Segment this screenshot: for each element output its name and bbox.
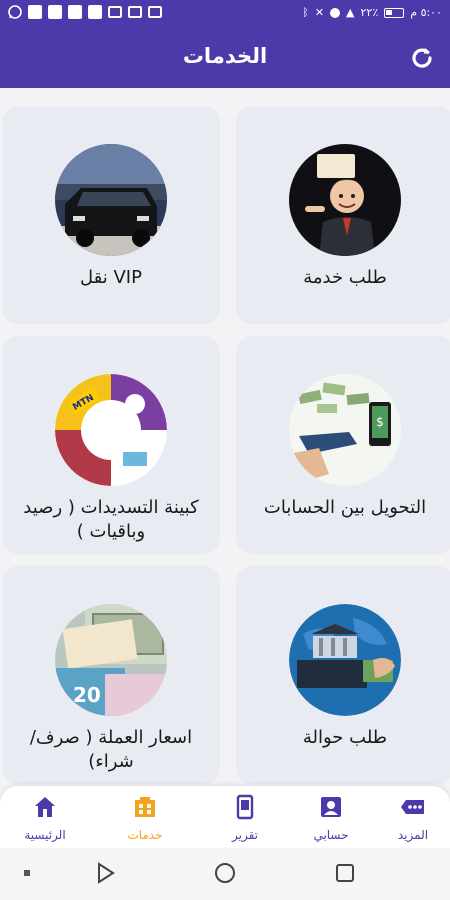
more-icon [401, 800, 424, 814]
battery-icon [384, 7, 405, 18]
notification-icons [8, 5, 162, 19]
bluetooth-icon: ᛒ [302, 6, 309, 19]
nav-item-services[interactable]: خدمات [100, 794, 190, 842]
nav-item-account[interactable]: حسابي [286, 794, 376, 842]
currency-notes-image: 20 [55, 604, 167, 716]
menu-dot-icon[interactable] [24, 870, 30, 876]
nav-label: خدمات [127, 828, 163, 842]
service-card-payments[interactable]: MTN كبينة التسديدات ( رصيد وباقيات ) [2, 336, 220, 554]
back-icon[interactable] [96, 862, 116, 884]
money-transfer-image: $ [289, 374, 401, 486]
battery-percent: ٢٢٪ [360, 6, 379, 19]
whatsapp-icon [8, 5, 22, 19]
home-circle-icon[interactable] [214, 862, 236, 884]
clock: ٥:٠٠ م [410, 6, 442, 19]
service-card-vip[interactable]: VIP نقل [2, 106, 220, 324]
service-card-request[interactable]: طلب خدمة [236, 106, 450, 324]
service-label: VIP نقل [80, 267, 142, 288]
laptop-icon [148, 6, 162, 18]
account-icon [321, 797, 341, 817]
app-bar: الخدمات [0, 28, 450, 88]
bottom-navigation: الرئيسية خدمات تقرير حسابي المزيد [0, 786, 450, 848]
notification-square-icon [88, 5, 102, 19]
service-card-currency[interactable]: 20 اسعار العملة ( صرف/ شراء) [2, 566, 220, 784]
nav-label: تقرير [232, 828, 258, 842]
page-title: الخدمات [182, 44, 268, 68]
report-icon [236, 794, 254, 820]
service-request-avatar [289, 144, 401, 256]
nav-label: حسابي [313, 828, 349, 842]
service-label: طلب حوالة [302, 727, 388, 748]
service-card-transfer[interactable]: $ التحويل بين الحسابات [236, 336, 450, 554]
status-bar: ᛒ ✕ ▲ ٢٢٪ ٥:٠٠ م [0, 0, 450, 28]
system-navigation-bar [0, 848, 450, 900]
svg-text:$: $ [376, 415, 384, 429]
payments-cabin-image: MTN [55, 374, 167, 486]
recent-apps-icon[interactable] [334, 862, 356, 884]
service-label: التحويل بين الحسابات [263, 497, 427, 518]
nav-label: الرئيسية [24, 828, 66, 842]
svg-text:20: 20 [73, 683, 101, 707]
message-icon [108, 6, 122, 18]
wifi-icon [330, 7, 341, 18]
nav-item-more[interactable]: المزيد [368, 794, 450, 842]
notification-square-icon [28, 5, 42, 19]
nav-item-home[interactable]: الرئيسية [0, 794, 90, 842]
refresh-icon[interactable] [408, 44, 436, 72]
notification-square-icon [68, 5, 82, 19]
message-icon [128, 6, 142, 18]
nav-label: المزيد [397, 828, 429, 842]
remittance-globe-image [289, 604, 401, 716]
service-label: كبينة التسديدات ( رصيد وباقيات ) [23, 497, 199, 542]
system-status: ᛒ ✕ ▲ ٢٢٪ ٥:٠٠ م [302, 6, 442, 19]
service-label: طلب خدمة [303, 267, 387, 288]
notification-square-icon [48, 5, 62, 19]
signal-icon: ▲ [346, 6, 355, 19]
vip-car-image [55, 144, 167, 256]
home-icon [35, 797, 55, 817]
service-card-remittance[interactable]: طلب حوالة [236, 566, 450, 784]
nav-item-report[interactable]: تقرير [200, 794, 290, 842]
mute-icon: ✕ [314, 6, 325, 19]
services-icon [135, 797, 155, 817]
service-label: اسعار العملة ( صرف/ شراء) [29, 727, 193, 772]
